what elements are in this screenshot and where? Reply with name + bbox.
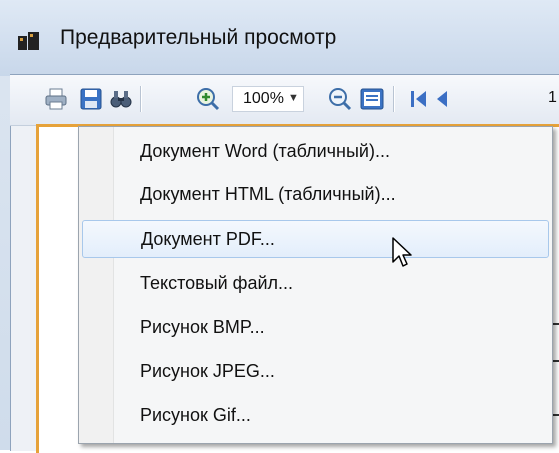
menu-item-jpeg[interactable]: Рисунок JPEG... [82,352,549,390]
zoom-in-icon [197,88,220,111]
toolbar-separator [140,86,141,112]
menu-item-pdf[interactable]: Документ PDF... [82,220,549,258]
prev-page-button[interactable] [428,85,456,113]
menu-item-html[interactable]: Документ HTML (табличный)... [82,175,549,213]
save-icon [80,88,102,110]
fit-page-button[interactable] [358,85,386,113]
menu-item-word[interactable]: Документ Word (табличный)... [82,132,549,170]
print-button[interactable] [42,85,70,113]
export-menu: Документ Word (табличный)... Документ HT… [78,126,553,444]
zoom-out-icon [329,88,352,111]
page-content-line [553,360,559,362]
app-icon [18,32,39,50]
zoom-select[interactable]: 100% ▼ [232,86,304,112]
print-icon [45,88,67,110]
zoom-value: 100% [243,90,284,107]
fit-page-icon [360,88,384,110]
menu-item-text[interactable]: Текстовый файл... [82,264,549,302]
page-content-line [553,414,559,416]
page-number: 1 [548,89,557,106]
first-page-icon [411,91,426,107]
find-icon [110,91,132,108]
page-content-line [553,323,559,325]
window-title: Предварительный просмотр [60,26,337,49]
save-button[interactable] [77,85,105,113]
prev-page-icon [437,91,447,107]
mouse-cursor-icon [392,237,412,267]
menu-item-bmp[interactable]: Рисунок BMP... [82,308,549,346]
toolbar-separator [393,86,394,112]
find-button[interactable] [107,85,135,113]
preview-window: Предварительный просмотр 100% ▼ 1 Докуме… [0,0,559,453]
zoom-out-button[interactable] [326,85,354,113]
menu-item-gif[interactable]: Рисунок Gif... [82,396,549,434]
zoom-in-button[interactable] [194,85,222,113]
title-bar[interactable]: Предварительный просмотр [0,0,559,76]
chevron-down-icon: ▼ [288,92,299,104]
